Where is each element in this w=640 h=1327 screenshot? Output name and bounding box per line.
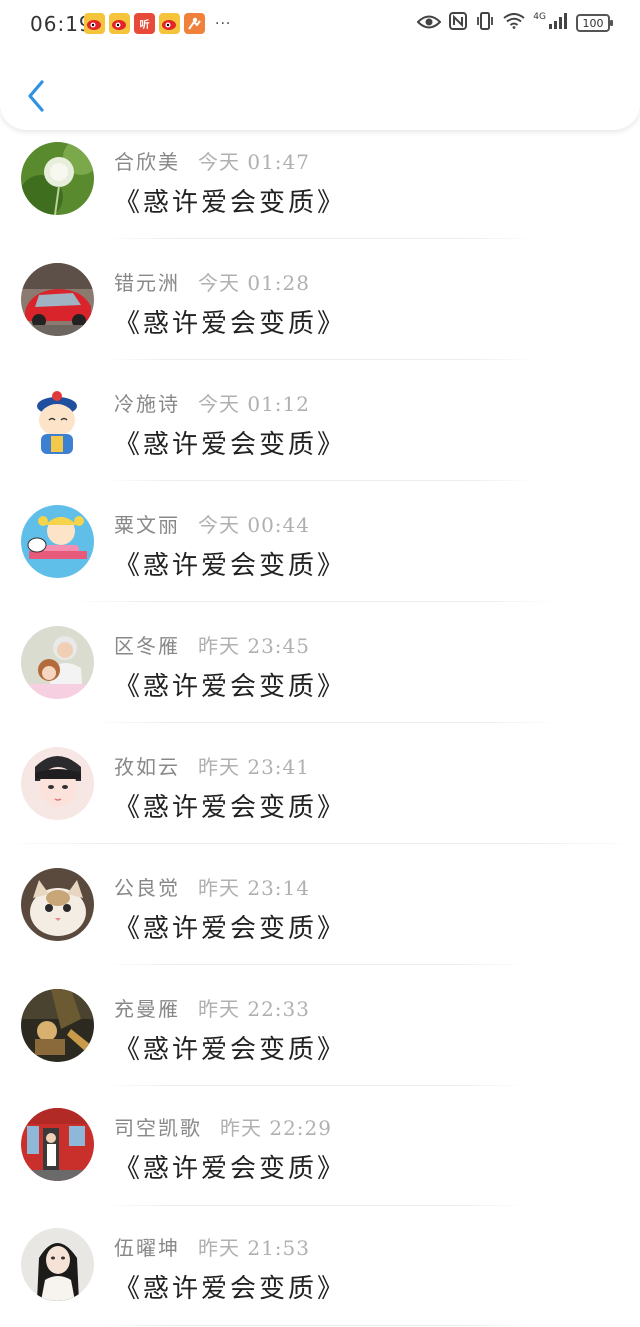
weibo-icon	[109, 13, 130, 34]
status-bar: 06:19 听 ··· 4G 100	[0, 0, 640, 48]
comment-time: 昨天 23:41	[198, 755, 310, 779]
weibo-icon	[159, 13, 180, 34]
comment-time: 昨天 22:33	[198, 997, 310, 1021]
user-name[interactable]: 粟文丽	[114, 513, 180, 537]
more-notifications-icon: ···	[215, 15, 232, 32]
user-avatar[interactable]	[21, 1108, 94, 1181]
comment-meta: 区冬雁 昨天 23:45	[114, 630, 310, 659]
list-item[interactable]: 伍曜坤 昨天 21:53 《惑许爱会变质》	[0, 1206, 640, 1327]
user-avatar[interactable]	[21, 868, 94, 941]
list-item[interactable]: 区冬雁 昨天 23:45 《惑许爱会变质》	[0, 602, 640, 723]
wifi-icon	[503, 13, 525, 33]
comment-time: 今天 01:47	[198, 150, 310, 174]
user-name[interactable]: 错元洲	[114, 271, 180, 295]
comment-list: 合欣美 今天 01:47 《惑许爱会变质》 错元洲 今天 01:28 《惑许爱会…	[0, 0, 640, 1327]
comment-text: 《惑许爱会变质》	[114, 188, 347, 218]
signal-icon	[548, 13, 568, 33]
comment-time: 今天 00:44	[198, 513, 310, 537]
comment-meta: 冷施诗 今天 01:12	[114, 388, 310, 417]
user-name[interactable]: 公良觉	[114, 876, 180, 900]
comment-text: 《惑许爱会变质》	[114, 1035, 347, 1065]
user-name[interactable]: 区冬雁	[114, 634, 180, 658]
list-item[interactable]: 冷施诗 今天 01:12 《惑许爱会变质》	[0, 360, 640, 481]
list-item[interactable]: 粟文丽 今天 00:44 《惑许爱会变质》	[0, 481, 640, 602]
user-avatar[interactable]	[21, 626, 94, 699]
list-item[interactable]: 司空凯歌 昨天 22:29 《惑许爱会变质》	[0, 1086, 640, 1207]
comment-text: 《惑许爱会变质》	[114, 672, 347, 702]
comment-meta: 充曼雁 昨天 22:33	[114, 993, 310, 1022]
user-name[interactable]: 冷施诗	[114, 392, 180, 416]
list-item[interactable]: 孜如云 昨天 23:41 《惑许爱会变质》	[0, 723, 640, 844]
comment-time: 今天 01:12	[198, 392, 310, 416]
user-name[interactable]: 司空凯歌	[114, 1116, 202, 1140]
user-avatar[interactable]	[21, 263, 94, 336]
list-item[interactable]: 合欣美 今天 01:47 《惑许爱会变质》	[0, 118, 640, 239]
user-name[interactable]: 充曼雁	[114, 997, 180, 1021]
user-name[interactable]: 合欣美	[114, 150, 180, 174]
comment-meta: 公良觉 昨天 23:14	[114, 872, 310, 901]
list-item[interactable]: 错元洲 今天 01:28 《惑许爱会变质》	[0, 239, 640, 360]
ka-icon	[184, 13, 205, 34]
comment-time: 今天 01:28	[198, 271, 310, 295]
network-type: 4G	[533, 12, 546, 22]
back-button[interactable]	[18, 74, 54, 118]
comment-list-screen: 合欣美 今天 01:47 《惑许爱会变质》 错元洲 今天 01:28 《惑许爱会…	[0, 0, 640, 1327]
user-name[interactable]: 伍曜坤	[114, 1236, 180, 1260]
eye-icon	[416, 14, 442, 33]
comment-time: 昨天 23:45	[198, 634, 310, 658]
comment-text: 《惑许爱会变质》	[114, 793, 347, 823]
comment-time: 昨天 22:29	[220, 1116, 332, 1140]
comment-meta: 司空凯歌 昨天 22:29	[114, 1112, 332, 1141]
comment-meta: 合欣美 今天 01:47	[114, 146, 310, 175]
ting-icon: 听	[134, 13, 155, 34]
user-avatar[interactable]	[21, 142, 94, 215]
weibo-icon	[84, 13, 105, 34]
battery-icon: 100	[576, 14, 613, 32]
user-avatar[interactable]	[21, 384, 94, 457]
comment-text: 《惑许爱会变质》	[114, 914, 347, 944]
user-avatar[interactable]	[21, 1228, 94, 1301]
top-header: 06:19 听 ··· 4G 100	[0, 0, 640, 130]
user-avatar[interactable]	[21, 989, 94, 1062]
comment-text: 《惑许爱会变质》	[114, 551, 347, 581]
list-item[interactable]: 充曼雁 昨天 22:33 《惑许爱会变质》	[0, 965, 640, 1086]
list-item[interactable]: 公良觉 昨天 23:14 《惑许爱会变质》	[0, 844, 640, 965]
comment-meta: 孜如云 昨天 23:41	[114, 751, 310, 780]
comment-text: 《惑许爱会变质》	[114, 430, 347, 460]
user-avatar[interactable]	[21, 505, 94, 578]
comment-meta: 粟文丽 今天 00:44	[114, 509, 310, 538]
comment-time: 昨天 23:14	[198, 876, 310, 900]
user-name[interactable]: 孜如云	[114, 755, 180, 779]
vibrate-icon	[475, 12, 495, 34]
comment-time: 昨天 21:53	[198, 1236, 310, 1260]
nfc-icon	[449, 12, 468, 34]
chevron-left-icon	[28, 80, 44, 112]
user-avatar[interactable]	[21, 747, 94, 820]
comment-text: 《惑许爱会变质》	[114, 1154, 347, 1184]
comment-text: 《惑许爱会变质》	[114, 1274, 347, 1304]
divider	[100, 1325, 530, 1326]
system-status-icons: 4G 100	[416, 12, 613, 34]
comment-text: 《惑许爱会变质》	[114, 309, 347, 339]
comment-meta: 伍曜坤 昨天 21:53	[114, 1232, 310, 1261]
notification-icons: 听 ···	[84, 13, 231, 34]
comment-meta: 错元洲 今天 01:28	[114, 267, 310, 296]
